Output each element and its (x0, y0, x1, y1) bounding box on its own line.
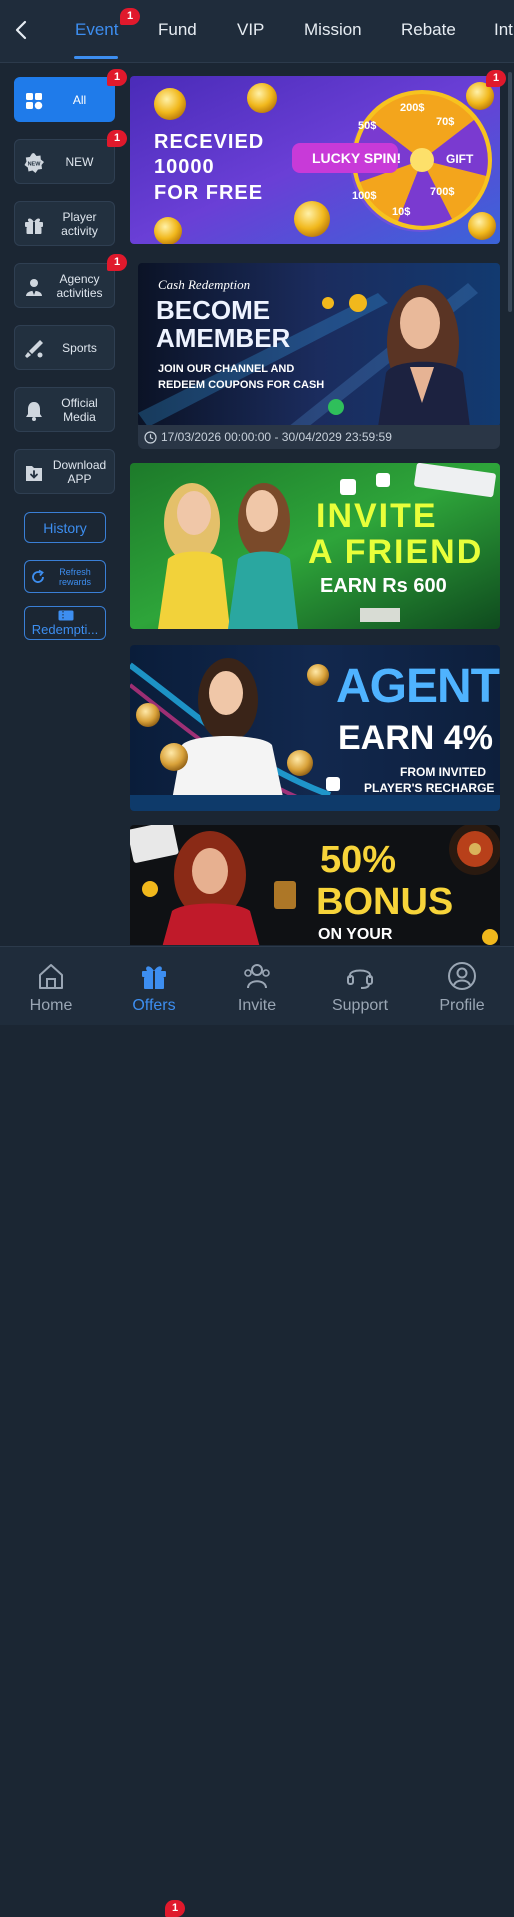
sidebar-item-download-app[interactable]: Download APP (14, 449, 115, 494)
sidebar-all-badge: 1 (107, 69, 127, 86)
person-icon (448, 962, 476, 990)
gift-box-icon (142, 966, 166, 989)
member-line3: JOIN OUR CHANNEL AND (158, 363, 295, 375)
invite-line2: A FRIEND (308, 533, 484, 571)
download-icon (26, 466, 42, 481)
agent-line4: PLAYER'S RECHARGE (364, 781, 495, 795)
tab-event[interactable]: Event (75, 20, 118, 40)
banner-bonus[interactable]: 50% BONUS ON YOUR (130, 825, 500, 945)
banner-invite-friend[interactable]: INVITE A FRIEND EARN Rs 600 (130, 463, 500, 629)
member-line2: AMEMBER (156, 323, 291, 353)
sidebar-item-label: Sports (62, 340, 97, 355)
wheel-label: 70$ (436, 116, 455, 128)
member-date-text: 17/03/2026 00:00:00 - 30/04/2029 23:59:5… (161, 430, 392, 444)
bell-icon (26, 402, 42, 421)
agent-line2: EARN 4% (338, 719, 493, 757)
tab-vip[interactable]: VIP (237, 20, 264, 40)
nav-label: Offers (132, 997, 176, 1014)
tab-event-badge: 1 (120, 8, 140, 25)
coupon-icon (58, 610, 74, 621)
sidebar-agency-badge: 1 (107, 254, 127, 271)
invite-line3: EARN Rs 600 (320, 575, 447, 597)
banner-spin-badge: 1 (486, 70, 506, 87)
nav-label: Profile (439, 997, 485, 1014)
member-date-range: 17/03/2026 00:00:00 - 30/04/2029 23:59:5… (138, 425, 500, 449)
tab-rebate[interactable]: Rebate (401, 20, 456, 40)
tab-more[interactable]: Int (494, 20, 513, 40)
nav-support[interactable]: Support (315, 961, 405, 1021)
home-icon (39, 964, 63, 989)
redemption-button[interactable]: Redempti... (24, 606, 106, 640)
spin-line1: RECEVIED (154, 131, 265, 153)
bonus-line2: BONUS (316, 881, 454, 923)
bonus-line1: 50% (320, 839, 397, 881)
event-banner-list: RECEVIED 10000 FOR FREE LUCKY SPIN! 200$… (128, 70, 508, 945)
sidebar-item-new[interactable]: NEW NEW (14, 139, 115, 184)
grid-icon (26, 93, 43, 110)
gift-icon (25, 218, 43, 234)
active-tab-indicator (74, 56, 118, 59)
tab-mission[interactable]: Mission (304, 20, 362, 40)
agent-icon (26, 279, 42, 296)
invite-line1: INVITE (316, 497, 438, 535)
agent-line3: FROM INVITED (400, 765, 486, 779)
history-button[interactable]: History (24, 512, 106, 543)
nav-invite[interactable]: Invite (212, 961, 302, 1021)
bottom-nav-bar: Home Offers 1 Invite Support Profile (0, 946, 514, 1917)
member-script-text: Cash Redemption (158, 277, 251, 292)
agent-line1: AGENT (336, 660, 500, 713)
nav-label: Home (29, 997, 73, 1014)
sidebar-item-player-activity[interactable]: Player activity (14, 201, 115, 246)
headset-icon (347, 969, 373, 989)
spin-line3: FOR FREE (154, 182, 264, 204)
spin-line2: 10000 (154, 156, 215, 178)
sidebar-item-official-media[interactable]: Official Media (14, 387, 115, 432)
content-scrollbar[interactable] (508, 72, 512, 312)
nav-profile[interactable]: Profile (417, 961, 507, 1021)
top-tab-bar: Event 1 Fund VIP Mission Rebate Int (0, 0, 514, 63)
back-button[interactable] (10, 18, 34, 42)
sidebar-item-label: Download APP (52, 457, 107, 486)
nav-offers[interactable]: Offers (109, 961, 199, 1021)
wheel-label: 100$ (352, 190, 377, 202)
people-icon (244, 964, 270, 989)
refresh-icon (32, 569, 44, 583)
tab-fund[interactable]: Fund (158, 20, 197, 40)
sidebar-item-sports[interactable]: Sports (14, 325, 115, 370)
sidebar-new-badge: 1 (107, 130, 127, 147)
sidebar-item-all[interactable]: All (14, 77, 115, 122)
sports-icon (25, 340, 43, 358)
nav-label: Support (331, 997, 389, 1014)
new-icon: NEW (24, 153, 44, 173)
chevron-left-icon (15, 20, 27, 40)
nav-offers-badge: 1 (165, 1900, 185, 1917)
nav-home[interactable]: Home (6, 961, 96, 1021)
sidebar-item-label: All (72, 92, 87, 107)
member-line4: REDEEM COUPONS FOR CASH (158, 379, 325, 391)
spin-center-label: LUCKY SPIN! (312, 150, 402, 166)
member-line1: BECOME (156, 295, 271, 325)
banner-lucky-spin[interactable]: RECEVIED 10000 FOR FREE LUCKY SPIN! 200$… (130, 76, 500, 244)
banner-become-member[interactable]: Cash Redemption BECOME AMEMBER JOIN OUR … (138, 263, 500, 427)
wheel-label: 200$ (400, 102, 425, 114)
refresh-rewards-button[interactable]: Refresh rewards (24, 560, 106, 593)
sidebar-item-label: Agency activities (56, 271, 103, 300)
sidebar-item-label: NEW (65, 154, 94, 169)
wheel-label: 10$ (392, 206, 411, 218)
sidebar-item-label: Player activity (61, 209, 98, 238)
wheel-label: 50$ (358, 120, 377, 132)
new-icon-text: NEW (28, 162, 42, 168)
category-sidebar: All 1 NEW NEW 1 Player activity Agency a… (0, 63, 127, 943)
sidebar-item-label: Official Media (61, 395, 98, 424)
banner-agent-earn[interactable]: AGENT EARN 4% FROM INVITED PLAYER'S RECH… (130, 645, 500, 811)
nav-label: Invite (237, 997, 277, 1014)
wheel-label: GIFT (446, 152, 474, 166)
history-label: History (43, 519, 87, 536)
clock-icon (144, 430, 157, 444)
bonus-line3: ON YOUR (318, 926, 393, 943)
redemption-label: Redempti... (31, 622, 99, 637)
wheel-label: 700$ (430, 186, 455, 198)
sidebar-item-agency-activities[interactable]: Agency activities (14, 263, 115, 308)
